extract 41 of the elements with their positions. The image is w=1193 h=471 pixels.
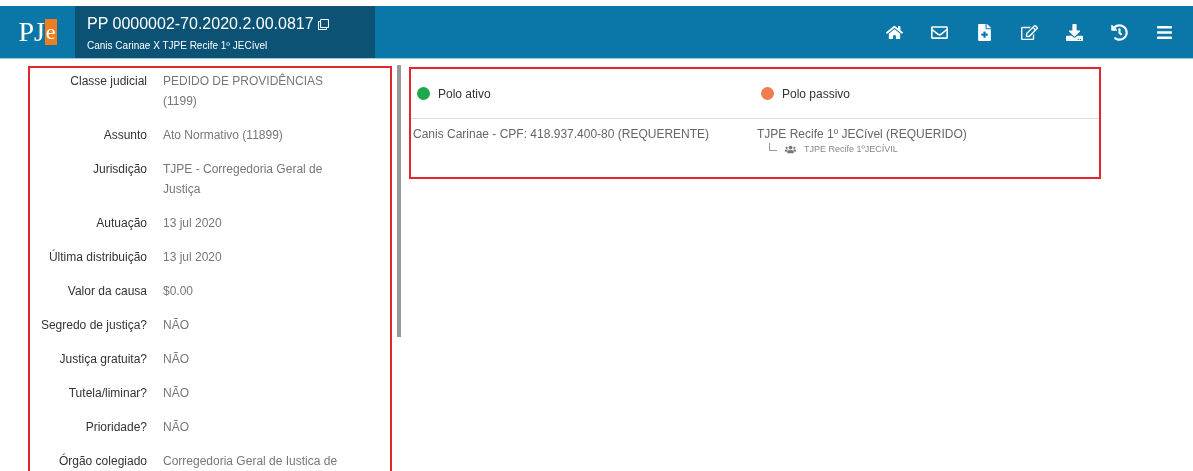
detail-label: Tutela/liminar?: [67, 385, 148, 402]
copy-icon[interactable]: [317, 18, 329, 30]
detail-value: NÃO: [163, 419, 190, 436]
detail-label: Jurisdição: [91, 161, 148, 178]
process-parties: Canis Carinae X TJPE Recife 1º JECível: [87, 39, 269, 53]
detail-label: Assunto: [102, 127, 148, 144]
history-icon[interactable]: [1111, 23, 1128, 41]
detail-label: Órgão colegiado: [57, 452, 148, 470]
download-icon[interactable]: [1066, 23, 1083, 41]
pole-title: Polo passivo: [782, 85, 851, 103]
home-icon[interactable]: [886, 23, 903, 41]
detail-label: Autuação: [95, 215, 148, 232]
mail-icon[interactable]: [931, 23, 948, 41]
party-name[interactable]: Canis Carinae - CPF: 418.937.400-80 (REQUERENTE): [413, 125, 755, 143]
detail-value: Corregedoria Geral de Iustica de: [163, 453, 338, 470]
process-number: PP 0000002-70.2020.2.00.0817: [87, 14, 314, 34]
representative-name: TJPE Recife 1ºJECÍVIL: [804, 143, 898, 156]
detail-label: Justiça gratuita?: [58, 351, 148, 368]
people-icon: [785, 144, 796, 156]
detail-label: Prioridade?: [84, 419, 148, 436]
detail-value: NÃO: [163, 351, 190, 368]
detail-value: NÃO: [163, 317, 190, 334]
detail-label: Classe judicial: [69, 73, 148, 90]
detail-value: PEDIDO DE PROVIDÊNCIAS (1199): [163, 72, 325, 110]
detail-value: $0.00: [163, 283, 195, 300]
detail-value: NÃO: [163, 385, 190, 402]
detail-value: 13 jul 2020: [163, 215, 223, 232]
detail-label: Segredo de justiça?: [39, 317, 148, 334]
detail-value: 13 jul 2020: [163, 249, 223, 266]
tree-connector-icon: [769, 142, 777, 151]
menu-icon[interactable]: [1156, 23, 1173, 41]
logo[interactable]: PJe: [0, 6, 75, 58]
edit-icon[interactable]: [1021, 23, 1038, 41]
detail-label: Valor da causa: [66, 283, 148, 300]
party-name[interactable]: TJPE Recife 1º JECível (REQUERIDO): [757, 125, 1099, 143]
pole-title: Polo ativo: [438, 85, 491, 103]
document-icon[interactable]: [976, 23, 993, 41]
detail-value: Ato Normativo (11899): [163, 127, 284, 144]
scrollbar[interactable]: [397, 65, 401, 337]
detail-label: Última distribuição: [47, 248, 148, 266]
detail-value: TJPE - Corregedoria Geral de Justiça: [163, 161, 324, 198]
